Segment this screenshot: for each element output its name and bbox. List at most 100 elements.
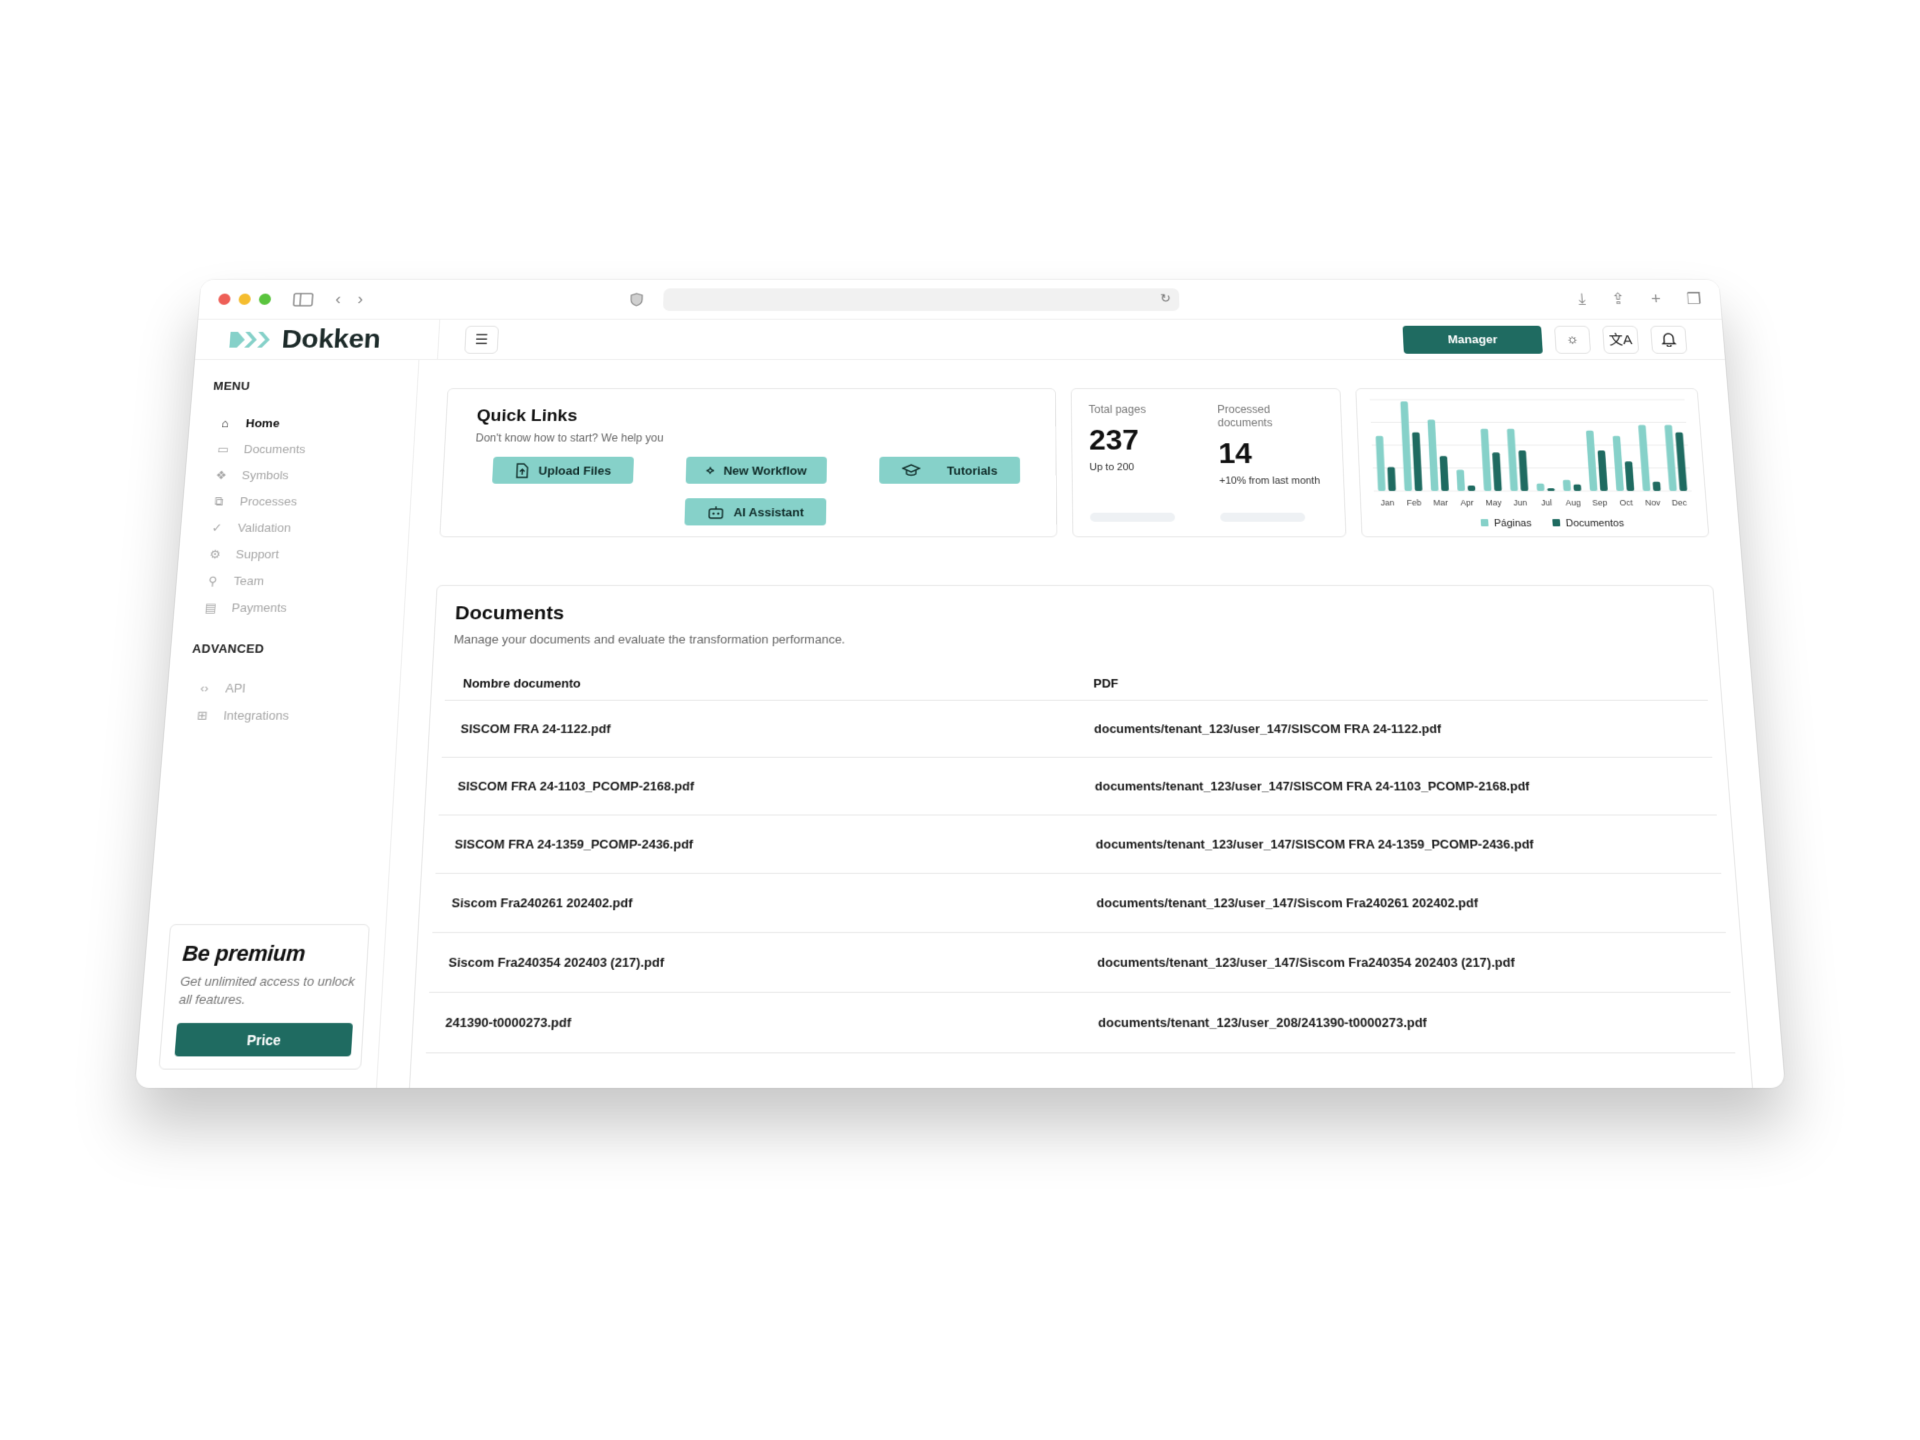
theme-toggle-button[interactable]: ☼: [1554, 325, 1592, 354]
chart-bar-documentos-apr[interactable]: [1467, 485, 1476, 491]
chart-bar-documentos-jan[interactable]: [1387, 467, 1396, 491]
sidebar-item-integrations[interactable]: ⊞ Integrations: [180, 702, 383, 729]
chart-bar-paginas-jun[interactable]: [1506, 428, 1519, 491]
chart-bar-documentos-aug[interactable]: [1573, 484, 1582, 491]
back-icon[interactable]: ‹: [335, 290, 342, 308]
integrations-icon: ⊞: [196, 707, 209, 723]
chart-bar-documentos-oct[interactable]: [1624, 461, 1635, 491]
quick-links-card: Quick Links Don't know how to start? We …: [439, 388, 1058, 538]
code-icon: ‹›: [199, 680, 210, 696]
chart-x-tick-label: Feb: [1407, 498, 1422, 507]
translate-icon: 文A: [1608, 332, 1633, 348]
sidebar-item-label: Documents: [243, 442, 306, 456]
sidebar-item-documents[interactable]: ▭ Documents: [202, 436, 399, 462]
document-name-cell[interactable]: SISCOM FRA 24-1359_PCOMP-2436.pdf: [435, 815, 1079, 874]
sidebar-item-api[interactable]: ‹› API: [182, 674, 385, 701]
premium-title: Be premium: [181, 940, 306, 966]
sidebar-item-symbols[interactable]: ❖ Symbols: [199, 462, 397, 488]
notifications-button[interactable]: [1650, 325, 1688, 354]
chart-x-tick-label: Apr: [1460, 498, 1474, 507]
chart-bar-paginas-mar[interactable]: [1427, 419, 1439, 491]
privacy-shield-icon[interactable]: [630, 292, 643, 306]
chart-x-tick-label: Oct: [1619, 498, 1633, 507]
chart-bar-paginas-apr[interactable]: [1456, 469, 1466, 491]
table-row[interactable]: SISCOM FRA 24-1103_PCOMP-2168.pdf documen…: [438, 757, 1717, 816]
document-name-cell[interactable]: SISCOM FRA 24-1103_PCOMP-2168.pdf: [438, 757, 1078, 816]
column-header-pdf[interactable]: PDF: [1075, 666, 1708, 701]
document-path-cell: documents/tenant_123/user_147/Siscom Fra…: [1078, 873, 1726, 933]
chart-bar-paginas-aug[interactable]: [1562, 479, 1571, 491]
upload-files-button[interactable]: Upload Files: [492, 456, 634, 484]
language-button[interactable]: 文A: [1602, 325, 1640, 354]
chart-bar-paginas-feb[interactable]: [1400, 401, 1413, 491]
chart-bar-documentos-jun[interactable]: [1518, 450, 1529, 491]
chart-bar-documentos-may[interactable]: [1492, 452, 1502, 491]
sidebar-item-support[interactable]: ⚙ Support: [193, 541, 393, 568]
sidebar-item-label: API: [225, 680, 247, 696]
sidebar-item-home[interactable]: ⌂ Home: [204, 410, 401, 436]
reload-icon[interactable]: ↻: [1160, 291, 1171, 306]
logo-mark-icon: [229, 330, 273, 349]
chart-bar-paginas-nov[interactable]: [1638, 425, 1651, 491]
chart-bar-documentos-nov[interactable]: [1652, 481, 1661, 491]
forward-icon[interactable]: ›: [357, 290, 364, 308]
minimize-window-button[interactable]: [238, 293, 252, 305]
sidebar-item-validation[interactable]: ✓ Validation: [195, 515, 394, 541]
sidebar-item-processes[interactable]: ⧉ Processes: [197, 488, 396, 514]
document-name-cell[interactable]: 241390-t0000273.pdf: [425, 992, 1081, 1053]
address-bar[interactable]: ↻: [663, 287, 1180, 311]
chart-bar-paginas-sep[interactable]: [1585, 430, 1598, 491]
table-row[interactable]: SISCOM FRA 24-1122.pdf documents/tenant_1…: [441, 700, 1713, 758]
manager-button[interactable]: Manager: [1402, 325, 1543, 354]
chart-bar-documentos-feb[interactable]: [1412, 432, 1423, 491]
total-pages-value: 237: [1088, 423, 1140, 456]
price-button[interactable]: Price: [174, 1022, 353, 1057]
monthly-chart-card: Jan Feb Mar Apr May Jun Jul Aug Sep Oct Nov Dec Pági…: [1355, 388, 1710, 538]
main-content: Quick Links Don't know how to start? We …: [377, 360, 1785, 1088]
browser-toolbar: ‹ › ↻ ⤓ ⇪ + ❐: [198, 279, 1722, 320]
document-name-cell[interactable]: Siscom Fra240354 202403 (217).pdf: [429, 932, 1080, 993]
tutorials-label: Tutorials: [946, 463, 998, 477]
legend-label-1: Documentos: [1565, 518, 1624, 529]
column-header-name[interactable]: Nombre documento: [444, 666, 1077, 701]
tabs-overview-icon[interactable]: ❐: [1686, 290, 1702, 308]
tutorials-button[interactable]: Tutorials: [879, 456, 1021, 484]
home-icon: ⌂: [221, 416, 230, 430]
table-row[interactable]: Siscom Fra240261 202402.pdf documents/ten…: [432, 873, 1726, 933]
close-window-button[interactable]: [217, 293, 231, 305]
chart-bar-paginas-dec[interactable]: [1664, 425, 1677, 491]
sidebar-item-team[interactable]: ⚲ Team: [191, 568, 391, 595]
chart-bar-documentos-jul[interactable]: [1547, 488, 1555, 491]
share-icon[interactable]: ⇪: [1611, 290, 1626, 308]
new-tab-icon[interactable]: +: [1651, 290, 1662, 308]
table-row[interactable]: Siscom Fra240354 202403 (217).pdf documen…: [429, 932, 1731, 993]
advanced-section-label: ADVANCED: [191, 641, 265, 656]
ai-assistant-button[interactable]: AI Assistant: [684, 498, 827, 526]
sidebar: MENU ⌂ Home ▭ Documents ❖ Symbols ⧉ Processes ✓ V…: [135, 359, 420, 1088]
sidebar-toggle-icon[interactable]: [293, 292, 314, 306]
hamburger-menu-button[interactable]: ☰: [464, 325, 500, 354]
total-pages-hint: Up to 200: [1089, 462, 1135, 473]
table-row[interactable]: 241390-t0000273.pdf documents/tenant_123/…: [425, 992, 1736, 1053]
chart-bar-paginas-jan[interactable]: [1375, 435, 1386, 491]
chart-bar-documentos-mar[interactable]: [1439, 456, 1449, 491]
gear-icon: ⚙: [208, 546, 222, 561]
download-icon[interactable]: ⤓: [1578, 290, 1587, 308]
document-name-cell[interactable]: Siscom Fra240261 202402.pdf: [432, 873, 1080, 933]
chart-bar-paginas-jul[interactable]: [1536, 483, 1545, 491]
chart-bar-paginas-oct[interactable]: [1612, 435, 1624, 491]
chart-bar-paginas-may[interactable]: [1480, 428, 1492, 491]
chart-bar-documentos-sep[interactable]: [1597, 450, 1608, 491]
brand-logo[interactable]: Dokken: [195, 319, 441, 360]
user-icon: ⚲: [207, 573, 218, 588]
table-row[interactable]: SISCOM FRA 24-1359_PCOMP-2436.pdf documen…: [435, 815, 1722, 874]
sidebar-item-payments[interactable]: ▤ Payments: [189, 594, 390, 621]
new-workflow-label: New Workflow: [723, 463, 807, 477]
new-workflow-button[interactable]: ⟡ New Workflow: [685, 456, 827, 484]
document-name-cell[interactable]: SISCOM FRA 24-1122.pdf: [441, 700, 1078, 758]
folder-icon: ▭: [216, 441, 230, 456]
chart-x-tick-label: Jan: [1381, 498, 1395, 507]
maximize-window-button[interactable]: [258, 293, 272, 305]
chart-bar-documentos-dec[interactable]: [1675, 432, 1688, 491]
menu-section-label: MENU: [212, 379, 251, 393]
